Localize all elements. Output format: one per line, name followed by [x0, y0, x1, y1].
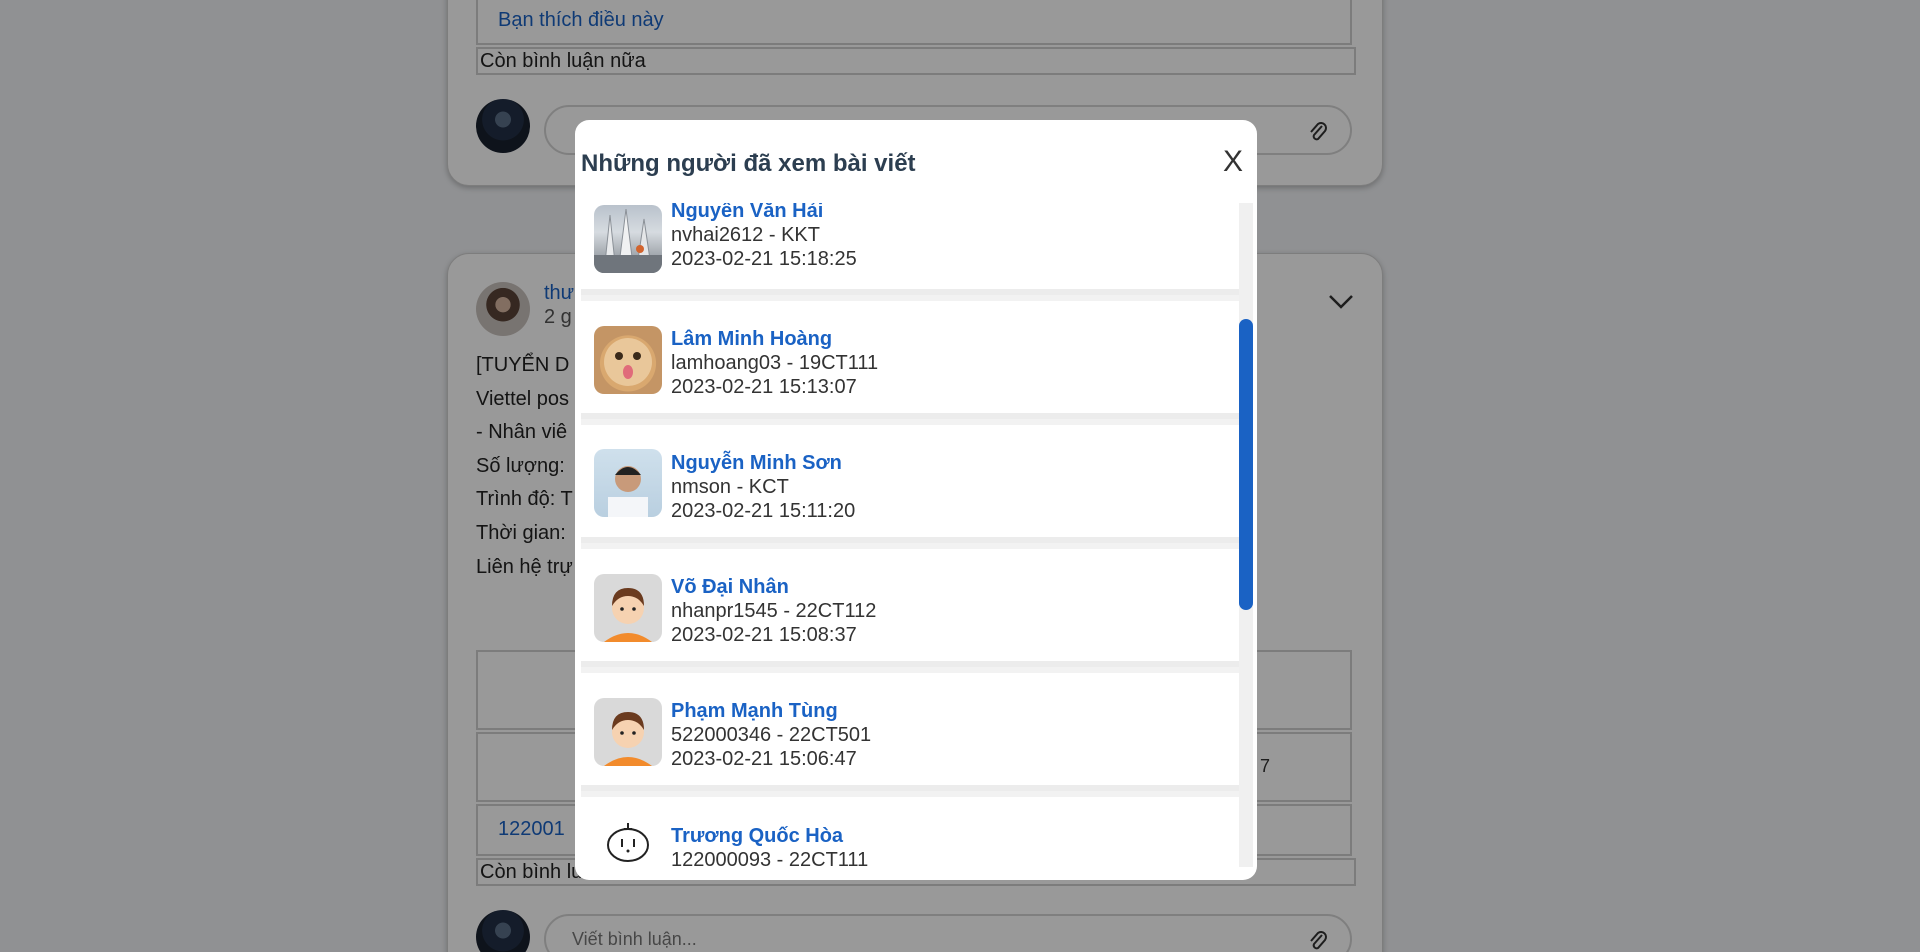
- sketch-face-icon: [607, 823, 649, 862]
- viewer-name[interactable]: Nguyễn Minh Sơn: [671, 452, 842, 475]
- viewer-time: 2023-02-21 15:18:25: [671, 248, 857, 270]
- viewer-name[interactable]: Trương Quốc Hòa: [671, 825, 843, 848]
- viewer-name[interactable]: Nguyên Văn Hải: [671, 203, 823, 223]
- sketch-face-avatar: [594, 821, 662, 867]
- cartoon-boy-avatar: [594, 574, 662, 642]
- viewer-time: 2023-02-21 15:11:20: [671, 500, 856, 522]
- viewer-item[interactable]: Võ Đại Nhân nhanpr1545 - 22CT112 2023-02…: [581, 549, 1239, 667]
- viewer-username: nhanpr1545 - 22CT112: [671, 600, 877, 622]
- cat-photo-icon: [604, 338, 652, 386]
- viewer-item[interactable]: Lâm Minh Hoàng lamhoang03 - 19CT111 2023…: [581, 301, 1239, 419]
- cat-photo-avatar: [594, 326, 662, 394]
- cartoon-boy-icon: [604, 712, 652, 766]
- viewer-time: 2023-02-21 15:06:47: [671, 748, 857, 770]
- man-photo-icon: [608, 466, 648, 517]
- viewer-time: 2023-02-21 15:08:37: [671, 624, 857, 646]
- building-photo-avatar: [594, 205, 662, 273]
- building-photo-icon: [594, 208, 662, 273]
- viewer-username: nmson - KCT: [671, 476, 789, 498]
- viewer-name[interactable]: Võ Đại Nhân: [671, 576, 789, 599]
- viewer-time: 2023-02-21 15:13:07: [671, 376, 857, 398]
- man-photo-avatar: [594, 449, 662, 517]
- viewer-item[interactable]: Nguyễn Minh Sơn nmson - KCT 2023-02-21 1…: [581, 425, 1239, 543]
- viewer-item[interactable]: Trương Quốc Hòa 122000093 - 22CT111: [581, 797, 1239, 867]
- close-button[interactable]: X: [1219, 144, 1247, 180]
- modal-title: Những người đã xem bài viết: [581, 150, 916, 177]
- viewer-item[interactable]: Nguyên Văn Hải nvhai2612 - KKT 2023-02-2…: [581, 203, 1239, 295]
- viewer-username: lamhoang03 - 19CT111: [671, 352, 879, 374]
- cartoon-boy-icon: [604, 588, 652, 642]
- viewer-username: nvhai2612 - KKT: [671, 224, 820, 246]
- cartoon-boy-avatar: [594, 698, 662, 766]
- scrollbar-thumb[interactable]: [1239, 319, 1253, 610]
- viewers-modal: Những người đã xem bài viết X Nguyên Văn…: [575, 120, 1257, 880]
- viewer-username: 122000093 - 22CT111: [671, 849, 869, 867]
- viewer-list[interactable]: Nguyên Văn Hải nvhai2612 - KKT 2023-02-2…: [581, 203, 1239, 867]
- viewer-name[interactable]: Lâm Minh Hoàng: [671, 328, 832, 351]
- viewer-item[interactable]: Phạm Mạnh Tùng 522000346 - 22CT501 2023-…: [581, 673, 1239, 791]
- viewer-username: 522000346 - 22CT501: [671, 724, 872, 746]
- viewer-name[interactable]: Phạm Mạnh Tùng: [671, 700, 838, 723]
